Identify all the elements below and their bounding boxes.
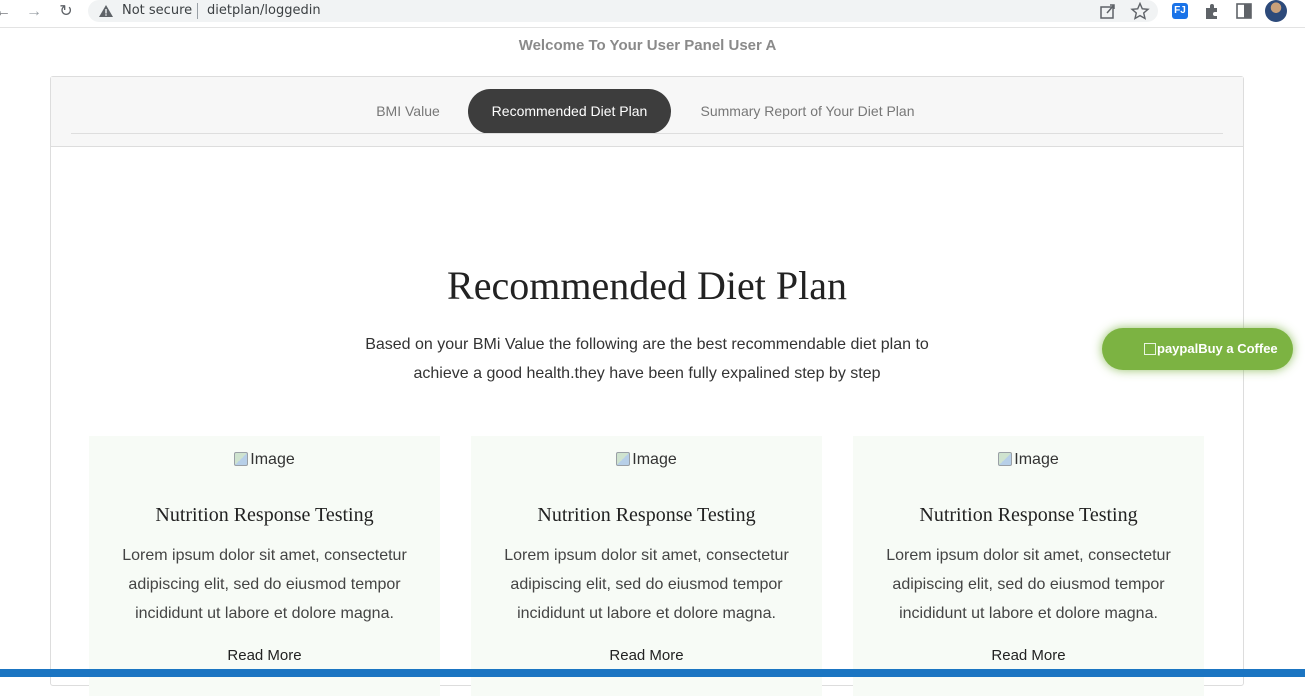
card-image-alt: Image [1014, 451, 1059, 468]
paypal-icon [1144, 343, 1156, 355]
extension-fj-icon[interactable]: FJ [1172, 3, 1188, 19]
broken-image-icon [234, 452, 249, 466]
section-subtitle: Based on your BMi Value the following ar… [365, 336, 929, 382]
tab-bmi-value[interactable]: BMI Value [367, 89, 449, 134]
diet-card: Image Nutrition Response Testing Lorem i… [853, 436, 1204, 696]
welcome-heading: Welcome To Your User Panel User A [518, 37, 777, 54]
extensions-puzzle-icon[interactable] [1202, 2, 1222, 20]
security-status[interactable]: Not secure [122, 3, 192, 18]
card-text: Lorem ipsum dolor sit amet, consectetur … [886, 547, 1171, 622]
card-image: Image [89, 451, 440, 469]
card-title: Nutrition Response Testing [919, 504, 1138, 526]
broken-image-icon [998, 452, 1013, 466]
diet-card: Image Nutrition Response Testing Lorem i… [89, 436, 440, 696]
browser-toolbar: ← → ↻ Not secure dietplan/loggedin FJ [0, 0, 1305, 28]
buy-coffee-button[interactable]: paypalBuy a Coffee [1102, 328, 1293, 370]
card-title: Nutrition Response Testing [155, 504, 374, 526]
side-panel-icon[interactable] [1234, 2, 1254, 20]
bookmark-star-icon[interactable] [1130, 2, 1150, 20]
card-image-alt: Image [632, 451, 677, 468]
card-image: Image [853, 451, 1204, 469]
share-icon[interactable] [1098, 2, 1118, 20]
section-title: Recommended Diet Plan [447, 263, 847, 308]
forward-icon[interactable]: → [23, 2, 45, 22]
tab-recommended-diet-plan[interactable]: Recommended Diet Plan [468, 89, 671, 134]
tab-bar: BMI Value Recommended Diet Plan Summary … [51, 77, 1243, 147]
buy-coffee-label: Buy a Coffee [1198, 341, 1278, 356]
diet-card: Image Nutrition Response Testing Lorem i… [471, 436, 822, 696]
read-more-link[interactable]: Read More [89, 647, 440, 664]
tab-summary-report[interactable]: Summary Report of Your Diet Plan [696, 89, 919, 134]
read-more-link[interactable]: Read More [471, 647, 822, 664]
card-title: Nutrition Response Testing [537, 504, 756, 526]
back-icon[interactable]: ← [0, 2, 14, 22]
card-image-alt: Image [250, 451, 295, 468]
read-more-link[interactable]: Read More [853, 647, 1204, 664]
warning-icon[interactable] [98, 3, 114, 19]
card-text: Lorem ipsum dolor sit amet, consectetur … [504, 547, 789, 622]
editor-status-bar [0, 669, 1305, 677]
tab-divider [71, 133, 1223, 134]
url-text[interactable]: dietplan/loggedin [207, 3, 321, 18]
reload-icon[interactable]: ↻ [55, 2, 77, 22]
broken-image-icon [616, 452, 631, 466]
card-text: Lorem ipsum dolor sit amet, consectetur … [122, 547, 407, 622]
address-divider [197, 3, 198, 19]
profile-avatar[interactable] [1265, 0, 1287, 22]
paypal-alt-text: paypal [1157, 341, 1199, 356]
card-image: Image [471, 451, 822, 469]
